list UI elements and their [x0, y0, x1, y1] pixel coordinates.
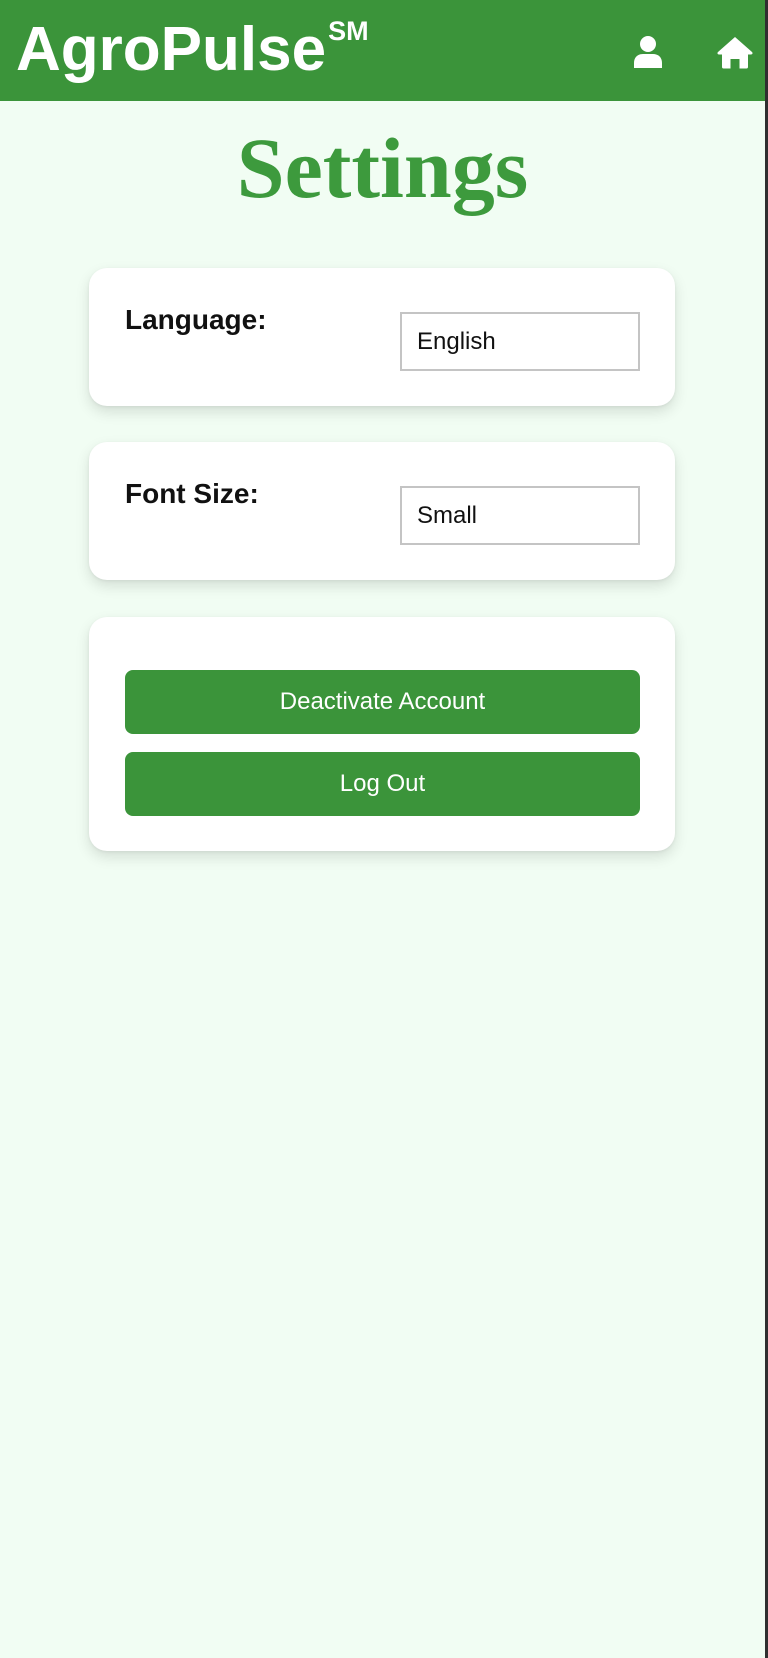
deactivate-account-button[interactable]: Deactivate Account [125, 670, 640, 734]
language-select[interactable]: English [400, 312, 640, 371]
font-size-label: Font Size: [125, 478, 259, 509]
top-nav-bar: AgroPulseSM [0, 0, 765, 101]
home-button[interactable] [713, 30, 757, 74]
language-label: Language: [125, 304, 267, 335]
font-size-select[interactable]: Small [400, 486, 640, 545]
log-out-button[interactable]: Log Out [125, 752, 640, 816]
font-size-card: Font Size: Small [89, 442, 675, 580]
profile-button[interactable] [626, 30, 670, 74]
language-card: Language: English [89, 268, 675, 406]
account-actions-card: Deactivate Account Log Out [89, 617, 675, 851]
brand-name: AgroPulse [16, 15, 327, 84]
page-title: Settings [236, 120, 529, 216]
user-icon [634, 36, 662, 68]
brand-logo[interactable]: AgroPulseSM [16, 14, 369, 97]
home-icon [717, 37, 753, 69]
settings-page: AgroPulseSM Settings Language: English F… [0, 0, 765, 1658]
service-mark: SM [328, 16, 369, 46]
